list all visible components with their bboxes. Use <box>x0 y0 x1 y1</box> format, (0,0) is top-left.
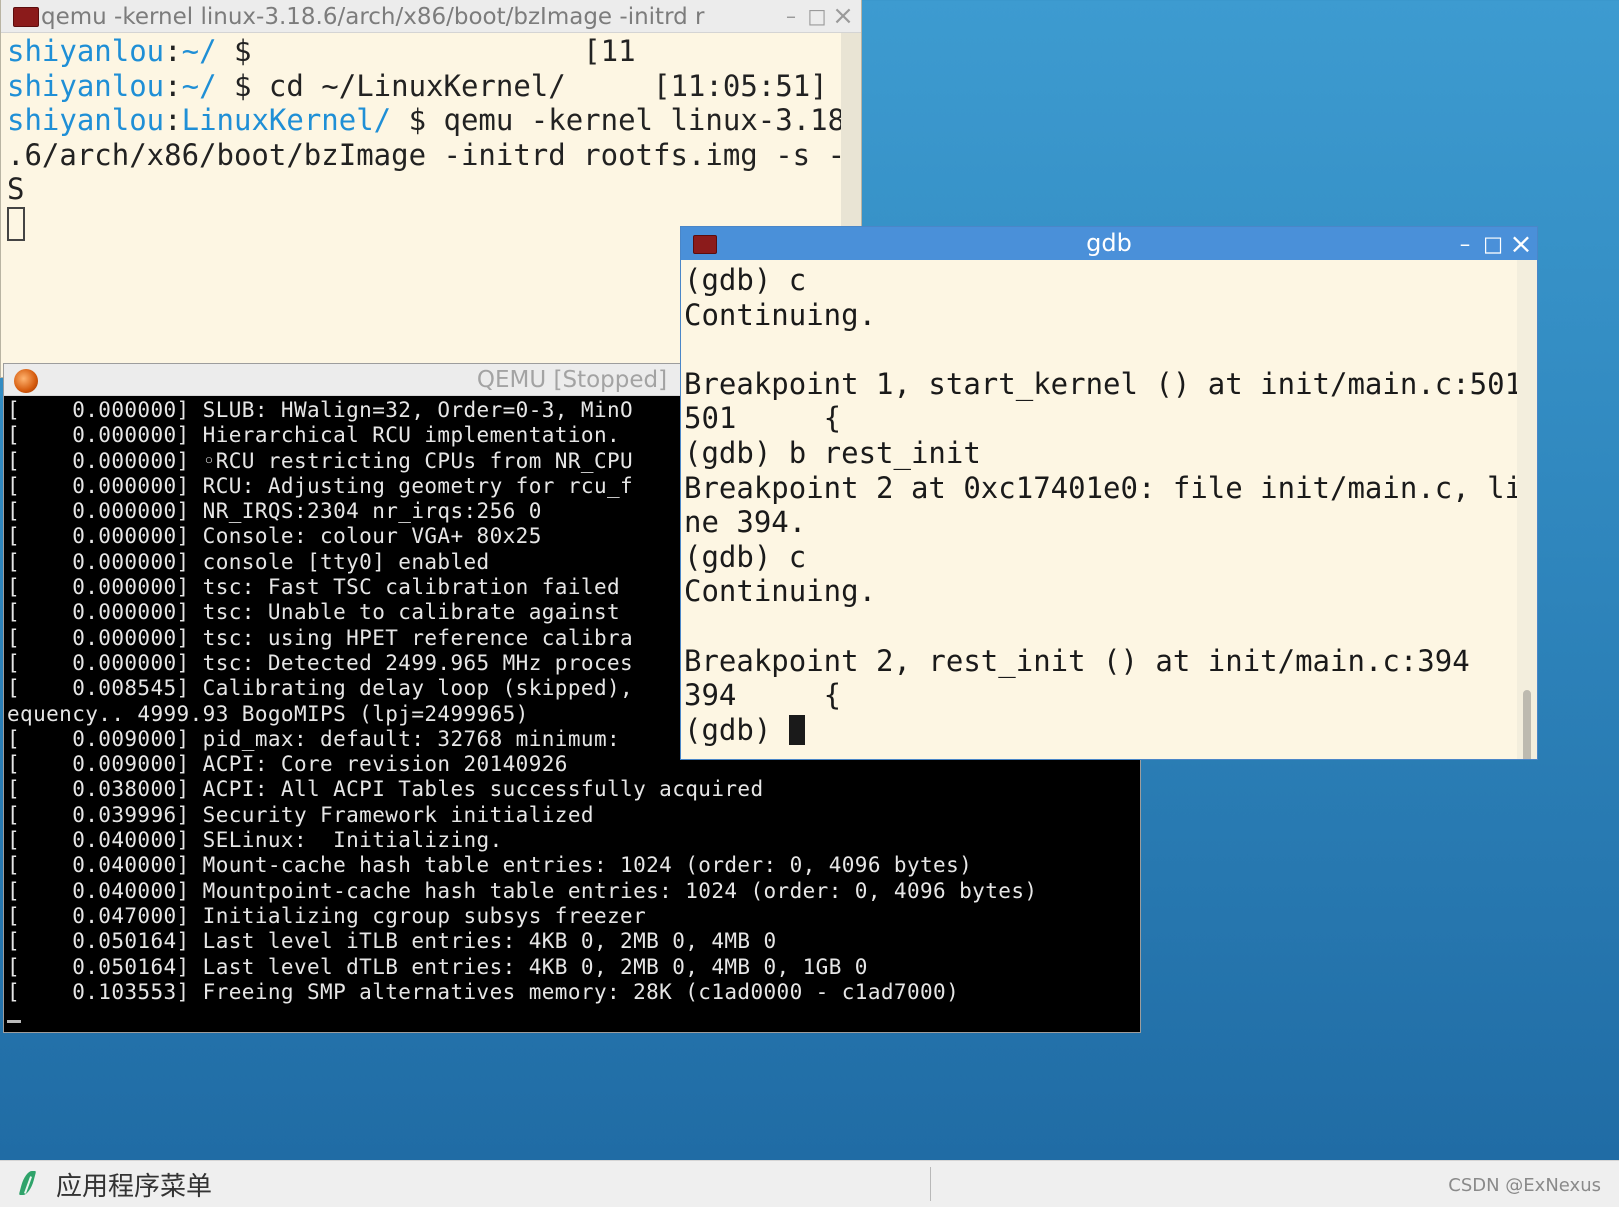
console-line: [ 0.050164] Last level iTLB entries: 4KB… <box>7 929 777 954</box>
applications-menu-button[interactable]: 应用程序菜单 <box>18 1164 212 1204</box>
gdb-title: gdb <box>1086 229 1132 257</box>
prompt-sep: : <box>164 68 182 103</box>
console-line: [ 0.038000] ACPI: All ACPI Tables succes… <box>7 777 764 802</box>
prompt-user: shiyanlou <box>7 68 165 103</box>
prompt-time: [11 <box>251 34 636 68</box>
watermark: CSDN @ExNexus <box>1448 1175 1601 1196</box>
gdb-line: 394 { <box>684 678 842 713</box>
console-line: [ 0.039996] Security Framework initializ… <box>7 802 594 827</box>
gdb-line: (gdb) c <box>684 263 807 297</box>
prompt-dir: ~/ <box>181 34 217 68</box>
prompt-command: $ qemu -kernel linux-3.18 <box>391 103 846 138</box>
prompt-dir: LinuxKernel/ <box>181 103 392 138</box>
gdb-output[interactable]: (gdb) c Continuing. Breakpoint 1, start_k… <box>684 263 1522 747</box>
terminal-line-1: shiyanlou:~/ $ [11 <box>7 34 845 69</box>
minimize-button[interactable]: – <box>779 0 803 32</box>
qemu-terminal-titlebar[interactable]: qemu -kernel linux-3.18.6/arch/x86/boot/… <box>1 0 861 33</box>
close-button[interactable]: × <box>831 0 855 32</box>
gdb-titlebar[interactable]: gdb – □ × <box>681 227 1537 260</box>
console-cursor <box>7 1020 21 1023</box>
console-line: [ 0.040000] Mountpoint-cache hash table … <box>7 878 1038 903</box>
prompt-command: $ <box>216 34 252 68</box>
prompt-command: $ cd ~/LinuxKernel/ [11:05:51] <box>216 68 828 103</box>
qemu-terminal-output[interactable]: shiyanlou:~/ $ [11 shiyanlou:~/ $ cd ~/Li… <box>7 34 845 207</box>
applications-menu-label: 应用程序菜单 <box>56 1171 213 1202</box>
gdb-line <box>684 609 1522 644</box>
qemu-terminal-title: qemu -kernel linux-3.18.6/arch/x86/boot/… <box>41 4 705 30</box>
gdb-line: (gdb) b rest_init <box>684 435 981 470</box>
gdb-cursor <box>788 714 805 745</box>
console-line: [ 0.040000] SELinux: Initializing. <box>7 828 503 853</box>
scrollbar-thumb[interactable] <box>1523 690 1531 759</box>
terminal-line-3: shiyanlou:LinuxKernel/ $ qemu -kernel li… <box>7 103 845 138</box>
prompt-user: shiyanlou <box>7 103 165 138</box>
gdb-prompt-line[interactable]: (gdb) <box>684 713 1522 748</box>
gdb-line <box>684 332 1522 367</box>
terminal-line-4: .6/arch/x86/boot/bzImage -initrd rootfs.… <box>7 137 846 172</box>
console-line: [ 0.047000] Initializing cgroup subsys f… <box>7 903 647 928</box>
scrollbar[interactable] <box>1517 260 1537 759</box>
prompt-sep: : <box>164 34 182 68</box>
taskbar-separator <box>930 1167 931 1201</box>
terminal-line-2: shiyanlou:~/ $ cd ~/LinuxKernel/ [11:05:… <box>7 69 845 104</box>
gdb-line: ne 394. <box>684 505 807 540</box>
console-line: [ 0.103553] Freeing SMP alternatives mem… <box>7 979 960 1004</box>
close-button[interactable]: × <box>1507 227 1535 260</box>
prompt-sep: : <box>164 103 182 138</box>
gdb-line: 501 { <box>684 401 842 436</box>
terminal-app-icon <box>13 7 39 27</box>
gdb-prompt: (gdb) <box>684 712 789 747</box>
console-line: [ 0.040000] Mount-cache hash table entri… <box>7 853 973 878</box>
console-line: [ 0.050164] Last level dTLB entries: 4KB… <box>7 954 868 979</box>
prompt-user: shiyanlou <box>7 34 165 68</box>
prompt-dir: ~/ <box>181 68 217 103</box>
terminal-line-5: S <box>7 172 25 207</box>
gdb-line: Breakpoint 2, rest_init () at init/main.… <box>684 643 1470 678</box>
terminal-cursor <box>7 207 25 241</box>
gdb-line: (gdb) c <box>684 539 807 574</box>
gdb-line: Continuing. <box>684 297 877 332</box>
gdb-line: Breakpoint 2 at 0xc17401e0: file init/ma… <box>684 470 1523 505</box>
gdb-line: Continuing. <box>684 574 877 609</box>
maximize-button[interactable]: □ <box>1479 227 1507 260</box>
leaf-icon <box>18 1169 40 1199</box>
minimize-button[interactable]: – <box>1451 227 1479 260</box>
maximize-button[interactable]: □ <box>805 0 829 32</box>
gdb-line: Breakpoint 1, start_kernel () at init/ma… <box>684 366 1523 401</box>
gdb-window[interactable]: gdb – □ × (gdb) c Continuing. Breakpoint … <box>680 226 1538 760</box>
taskbar: 应用程序菜单 CSDN @ExNexus <box>0 1160 1619 1207</box>
